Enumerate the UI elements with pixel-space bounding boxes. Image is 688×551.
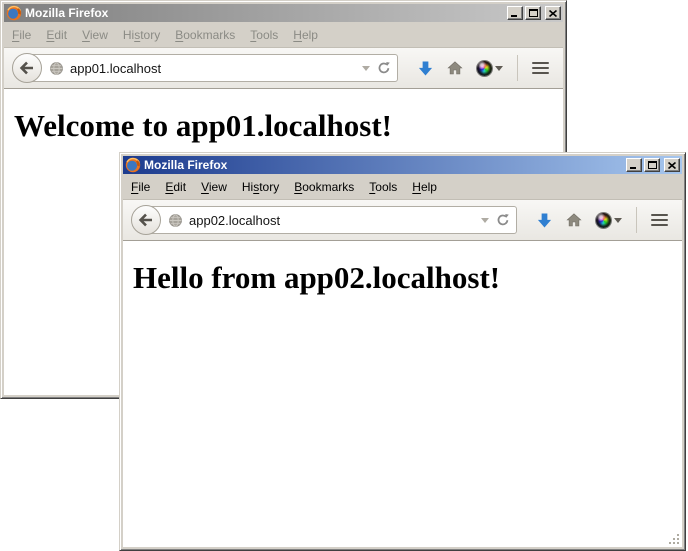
toolbar-separator [517, 55, 518, 81]
menu-file[interactable]: File [131, 180, 150, 194]
menu-edit[interactable]: Edit [165, 180, 186, 194]
urlbar-dropdown-icon[interactable] [361, 64, 371, 72]
menu-tools[interactable]: Tools [250, 28, 278, 42]
menu-tools[interactable]: Tools [369, 180, 397, 194]
menu-file[interactable]: File [12, 28, 31, 42]
chevron-down-icon [614, 218, 622, 223]
close-button[interactable] [664, 158, 680, 172]
minimize-button[interactable] [626, 158, 642, 172]
color-sphere-icon [477, 61, 492, 76]
menu-bookmarks[interactable]: Bookmarks [294, 180, 354, 194]
minimize-button[interactable] [507, 6, 523, 20]
window-title: Mozilla Firefox [144, 156, 623, 174]
addon-color-sphere-button[interactable] [589, 205, 629, 235]
home-icon [566, 212, 582, 228]
navigation-toolbar: app01.localhost [4, 47, 563, 89]
title-bar[interactable]: Mozilla Firefox [4, 4, 563, 22]
urlbar-dropdown-icon[interactable] [480, 216, 490, 224]
menu-history[interactable]: History [123, 28, 160, 42]
url-text[interactable]: app01.localhost [70, 61, 355, 76]
menu-edit[interactable]: Edit [46, 28, 67, 42]
back-button[interactable] [131, 205, 161, 235]
close-button[interactable] [545, 6, 561, 20]
home-button[interactable] [440, 53, 470, 83]
url-bar[interactable]: app01.localhost [27, 54, 398, 82]
back-arrow-icon [19, 60, 35, 76]
maximize-button[interactable] [644, 158, 660, 172]
page-heading: Welcome to app01.localhost! [14, 108, 555, 144]
site-identity-globe-icon[interactable] [168, 213, 183, 228]
menu-bar: File Edit View History Bookmarks Tools H… [4, 22, 563, 47]
download-arrow-icon [536, 212, 553, 229]
toolbar-separator [636, 207, 637, 233]
hamburger-icon [651, 214, 668, 216]
navigation-toolbar: app02.localhost [123, 199, 682, 241]
menu-help[interactable]: Help [293, 28, 318, 42]
page-content: Hello from app02.localhost! [123, 241, 682, 547]
menu-bar: File Edit View History Bookmarks Tools H… [123, 174, 682, 199]
downloads-button[interactable] [529, 205, 559, 235]
resize-grip-icon[interactable] [668, 533, 681, 546]
url-bar[interactable]: app02.localhost [146, 206, 517, 234]
back-button[interactable] [12, 53, 42, 83]
back-arrow-icon [138, 212, 154, 228]
page-heading: Hello from app02.localhost! [133, 260, 674, 296]
downloads-button[interactable] [410, 53, 440, 83]
firefox-window-app02: Mozilla Firefox File Edit View History B… [119, 152, 686, 551]
window-controls [626, 158, 680, 172]
firefox-logo-icon [125, 157, 141, 173]
color-sphere-icon [596, 213, 611, 228]
download-arrow-icon [417, 60, 434, 77]
site-identity-globe-icon[interactable] [49, 61, 64, 76]
firefox-logo-icon [6, 5, 22, 21]
url-text[interactable]: app02.localhost [189, 213, 474, 228]
title-bar[interactable]: Mozilla Firefox [123, 156, 682, 174]
reload-icon[interactable] [496, 213, 510, 227]
menu-view[interactable]: View [82, 28, 108, 42]
reload-icon[interactable] [377, 61, 391, 75]
menu-bookmarks[interactable]: Bookmarks [175, 28, 235, 42]
menu-hamburger-button[interactable] [644, 205, 674, 235]
window-title: Mozilla Firefox [25, 4, 504, 22]
window-controls [507, 6, 561, 20]
menu-history[interactable]: History [242, 180, 279, 194]
addon-color-sphere-button[interactable] [470, 53, 510, 83]
menu-hamburger-button[interactable] [525, 53, 555, 83]
home-button[interactable] [559, 205, 589, 235]
menu-view[interactable]: View [201, 180, 227, 194]
home-icon [447, 60, 463, 76]
menu-help[interactable]: Help [412, 180, 437, 194]
maximize-button[interactable] [525, 6, 541, 20]
hamburger-icon [532, 62, 549, 64]
chevron-down-icon [495, 66, 503, 71]
